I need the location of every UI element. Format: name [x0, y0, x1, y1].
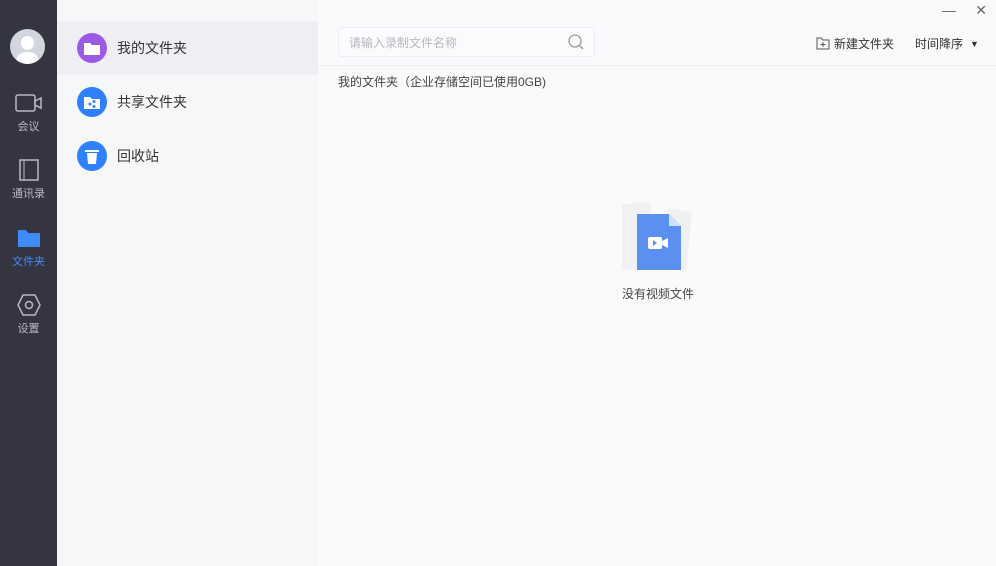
breadcrumb: 我的文件夹（企业存储空间已使用0GB) — [338, 75, 547, 89]
nav-folder[interactable]: 文件夹 — [0, 227, 57, 269]
shared-folder-icon — [77, 87, 107, 117]
sort-dropdown[interactable]: 时间降序 ▼ — [915, 35, 979, 52]
gear-icon — [0, 294, 57, 316]
nav-label: 会议 — [17, 121, 40, 133]
folder-label: 共享文件夹 — [117, 94, 187, 110]
new-folder-label: 新建文件夹 — [834, 37, 895, 51]
empty-message: 没有视频文件 — [621, 287, 694, 301]
empty-state: 没有视频文件 — [608, 200, 708, 302]
nav-label: 设置 — [17, 323, 40, 335]
nav-contacts[interactable]: 通讯录 — [0, 159, 57, 201]
new-folder-icon — [816, 37, 830, 50]
folder-label: 回收站 — [117, 148, 159, 164]
close-button[interactable]: ✕ — [975, 2, 987, 19]
contacts-icon — [0, 159, 57, 181]
nav-label: 通讯录 — [12, 188, 45, 200]
nav-meeting[interactable]: 会议 — [0, 92, 57, 134]
nav-rail: 会议 通讯录 文件夹 设置 — [0, 0, 57, 566]
minimize-button[interactable]: — — [942, 2, 956, 18]
nav-label: 文件夹 — [12, 256, 45, 268]
folder-icon — [77, 33, 107, 63]
new-folder-button[interactable]: 新建文件夹 — [816, 35, 894, 52]
caret-down-icon: ▼ — [970, 38, 979, 49]
folder-panel: 我的文件夹 共享文件夹 回收站 — [57, 0, 318, 566]
trash-icon — [77, 141, 107, 171]
folder-label: 我的文件夹 — [117, 40, 187, 56]
nav-settings[interactable]: 设置 — [0, 294, 57, 336]
search-icon[interactable] — [568, 34, 584, 50]
avatar[interactable] — [10, 29, 45, 64]
search-input[interactable]: 请输入录制文件名称 — [338, 27, 595, 57]
folder-icon — [0, 227, 57, 249]
folder-item-my[interactable]: 我的文件夹 — [57, 21, 318, 75]
main-area: — ✕ 请输入录制文件名称 新建文件夹 时间降序 ▼ 我的文件夹（企业存储空间已… — [318, 0, 996, 566]
sort-label: 时间降序 — [915, 37, 964, 51]
folder-item-trash[interactable]: 回收站 — [57, 129, 318, 183]
search-placeholder: 请输入录制文件名称 — [349, 35, 458, 50]
video-file-icon — [622, 202, 692, 270]
divider — [318, 65, 996, 66]
folder-item-shared[interactable]: 共享文件夹 — [57, 75, 318, 129]
video-camera-icon — [0, 92, 57, 114]
